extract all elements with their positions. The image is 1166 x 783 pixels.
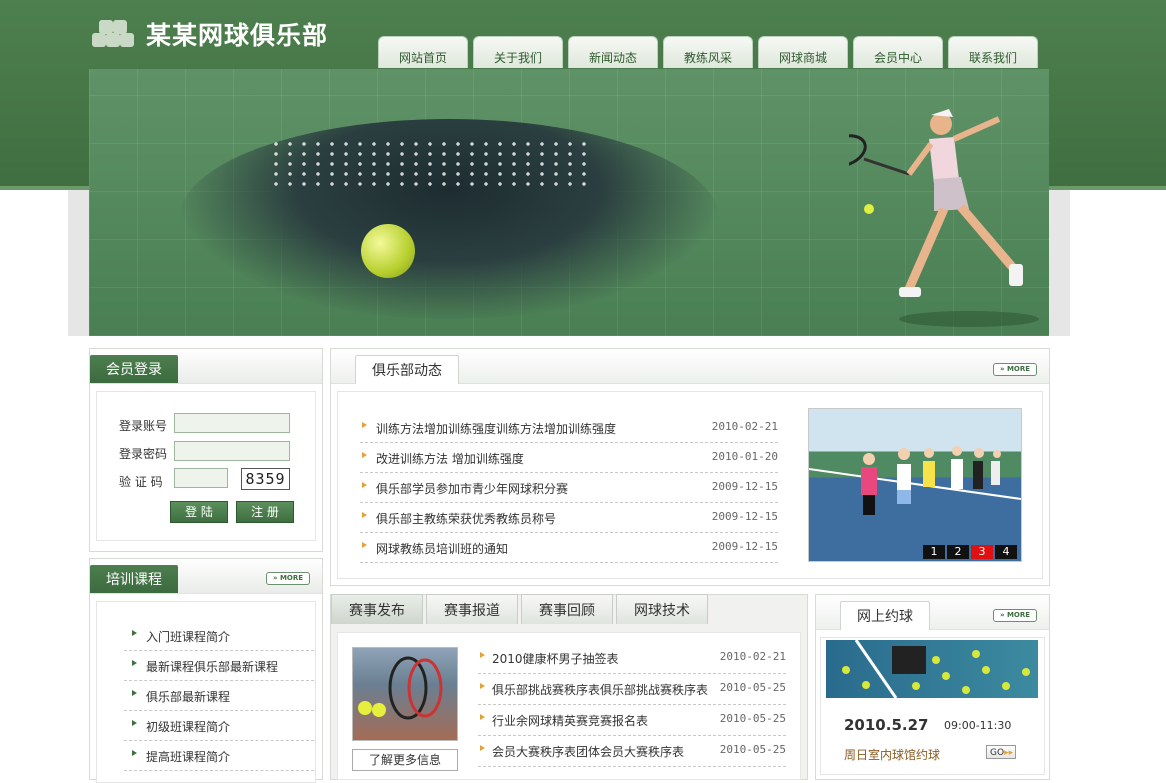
courses-more-button[interactable]: » MORE [266,572,310,585]
nav-member[interactable]: 会员中心 [853,36,943,68]
bullet-arrow-icon [132,720,137,726]
login-title: 会员登录 [90,355,178,383]
booking-date: 2010.5.27 [844,716,929,734]
course-item[interactable]: 最新课程俱乐部最新课程 [124,650,314,681]
tab-event-report[interactable]: 赛事报道 [426,594,518,624]
news-item[interactable]: 训练方法增加训练强度训练方法增加训练强度 2010-02-21 [360,412,778,443]
bullet-arrow-icon [132,750,137,756]
course-item[interactable]: 俱乐部最新课程 [124,680,314,711]
nav-news[interactable]: 新闻动态 [568,36,658,68]
rackets-photo [352,647,458,741]
tab-event-review[interactable]: 赛事回顾 [521,594,613,624]
password-input[interactable] [174,441,290,461]
booking-more-button[interactable]: » MORE [993,609,1037,622]
bullet-arrow-icon [132,660,137,666]
courses-header: 培训课程 » MORE [90,559,322,594]
booking-venue-link[interactable]: 周日室内球馆约球 [844,746,940,763]
slideshow-pager: 1234 [921,544,1017,559]
booking-time: 09:00-11:30 [944,719,1012,732]
main-nav: 网站首页 关于我们 新闻动态 教练风采 网球商城 会员中心 联系我们 [378,36,1043,68]
bullet-arrow-icon [480,683,485,689]
event-item[interactable]: 会员大赛秩序表团体会员大赛秩序表 2010-05-25 [478,735,786,767]
event-item[interactable]: 2010健康杯男子抽签表 2010-02-21 [478,642,786,674]
tennis-ball-image [361,224,415,278]
tab-event-release[interactable]: 赛事发布 [331,594,423,624]
event-item[interactable]: 行业余网球精英赛竞赛报名表 2010-05-25 [478,704,786,736]
training-photo-slideshow[interactable]: 1234 [808,408,1022,562]
nav-home[interactable]: 网站首页 [378,36,468,68]
event-item[interactable]: 俱乐部挑战赛秩序表俱乐部挑战赛秩序表 2010-05-25 [478,673,786,705]
site-title: 某某网球俱乐部 [146,21,329,50]
bullet-arrow-icon [480,714,485,720]
course-item[interactable]: 入门班课程简介 [124,620,314,651]
bullet-arrow-icon [480,745,485,751]
password-label: 登录密码 [119,447,168,461]
pager-1[interactable]: 1 [923,545,945,559]
booking-header: 网上约球 » MORE [816,595,1049,630]
news-item[interactable]: 俱乐部学员参加市青少年网球积分赛 2009-12-15 [360,472,778,503]
pager-3[interactable]: 3 [971,545,993,559]
nav-shop[interactable]: 网球商城 [758,36,848,68]
club-news-header: 俱乐部动态 » MORE [331,349,1049,384]
captcha-label: 验 证 码 [119,475,163,489]
news-item[interactable]: 网球教练员培训班的通知 2009-12-15 [360,532,778,563]
club-news-title: 俱乐部动态 [355,355,459,384]
pager-2[interactable]: 2 [947,545,969,559]
tennis-balls-photo [826,640,1038,698]
booking-go-button[interactable]: GO▸▸ [986,745,1016,759]
nav-coaches[interactable]: 教练风采 [663,36,753,68]
news-item[interactable]: 俱乐部主教练荣获优秀教练员称号 2009-12-15 [360,502,778,533]
course-item[interactable]: 提高班课程简介 [124,740,314,771]
bullet-arrow-icon [362,422,367,428]
course-item[interactable]: 初级班课程简介 [124,710,314,741]
news-item[interactable]: 改进训练方法 增加训练强度 2010-01-20 [360,442,778,473]
captcha-input[interactable] [174,468,228,488]
stadium-lights [269,139,589,189]
nav-about[interactable]: 关于我们 [473,36,563,68]
nav-contact[interactable]: 联系我们 [948,36,1038,68]
logo-hexagon-icon [92,17,136,51]
account-input[interactable] [174,413,290,433]
bullet-arrow-icon [362,482,367,488]
captcha-image[interactable]: 8359 [241,468,290,490]
login-header: 会员登录 [90,349,322,384]
account-label: 登录账号 [119,419,168,433]
double-arrow-icon: ▸▸ [1004,748,1014,758]
bullet-arrow-icon [362,452,367,458]
club-news-more-button[interactable]: » MORE [993,363,1037,376]
register-button[interactable]: 注 册 [236,501,294,523]
more-info-button[interactable]: 了解更多信息 [352,749,458,771]
site-logo[interactable]: 某某网球俱乐部 [92,14,328,54]
pager-4[interactable]: 4 [995,545,1017,559]
login-button[interactable]: 登 陆 [170,501,228,523]
bullet-arrow-icon [132,690,137,696]
hero-banner [89,69,1049,336]
booking-title: 网上约球 [840,601,930,630]
bullet-arrow-icon [480,652,485,658]
tab-tennis-technique[interactable]: 网球技术 [616,594,708,624]
tennis-player-image [849,109,1039,327]
bullet-arrow-icon [132,630,137,636]
bullet-arrow-icon [362,542,367,548]
courses-title: 培训课程 [90,565,178,593]
bullet-arrow-icon [362,512,367,518]
training-photo [809,446,1021,515]
